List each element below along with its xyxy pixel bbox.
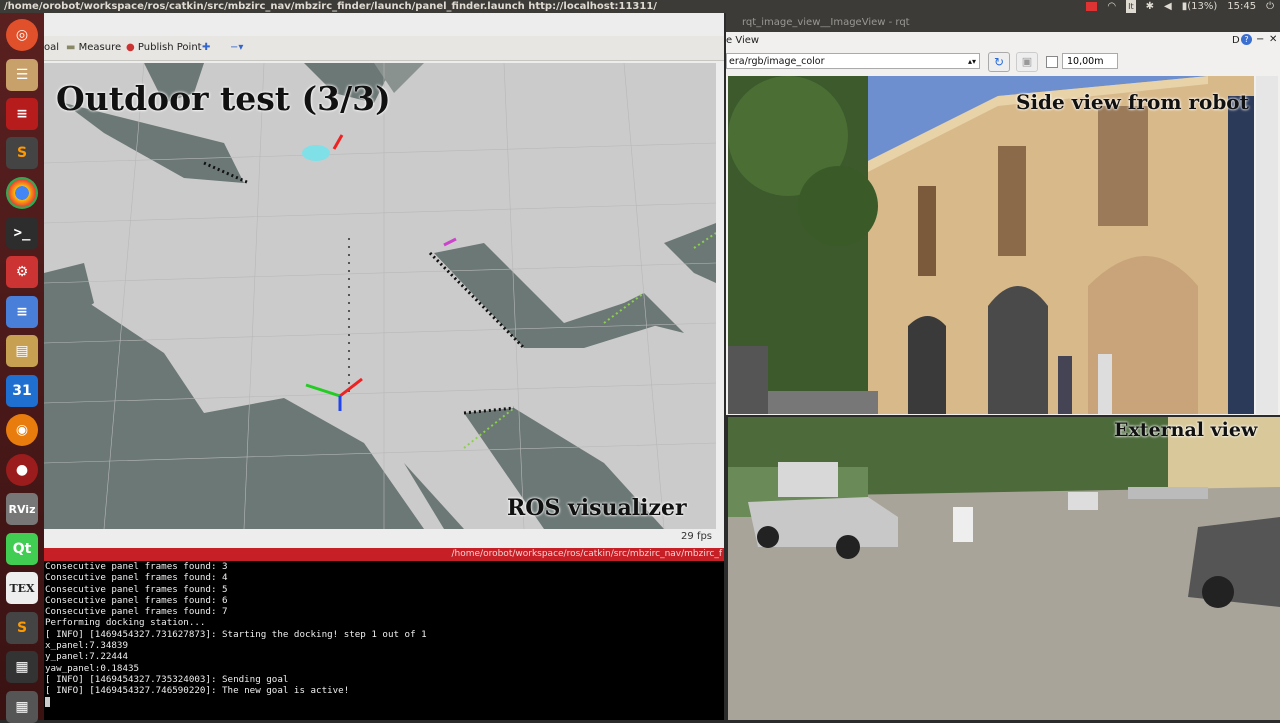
image-scrollbar[interactable] (1256, 76, 1278, 414)
rviz-caption-label: ROS visualizer (507, 495, 687, 521)
document-icon[interactable]: ≡ (6, 296, 38, 328)
power-icon[interactable]: ⏻ (1266, 0, 1274, 13)
close-icon[interactable]: ✕ (1269, 34, 1277, 45)
goal-tool[interactable]: oal (44, 42, 59, 53)
remove-tool-icon[interactable]: −▾ (230, 42, 243, 53)
dock-icon[interactable]: D (1232, 35, 1240, 46)
view-menu[interactable]: e View (726, 35, 759, 46)
wifi-icon[interactable]: ◠ (1107, 0, 1116, 13)
terminal-line: y_panel:7.22444 (45, 651, 128, 663)
files-icon[interactable]: ☰ (6, 59, 38, 91)
terminal-line: [ INFO] [1469454327.746590220]: The new … (45, 685, 350, 697)
rqt-image-view-window: rqt_image_view__ImageView - rqt e View D… (726, 13, 1280, 415)
terminal-line: [ INFO] [1469454327.735324003]: Sending … (45, 673, 289, 685)
rqt-window-title: rqt_image_view__ImageView - rqt (742, 17, 910, 28)
tex-icon[interactable]: TEX (6, 572, 38, 604)
terminal-line: Consecutive panel frames found: 5 (45, 583, 228, 595)
ruler-icon: ▬ (66, 42, 76, 53)
rqt-title-bar[interactable]: rqt_image_view__ImageView - rqt (726, 13, 1280, 32)
refresh-button[interactable]: ↻ (988, 52, 1010, 72)
camera-icon: ▣ (1021, 55, 1033, 68)
refresh-icon: ↻ (993, 55, 1005, 69)
zoom-spinbox[interactable]: 10,00m (1062, 53, 1118, 69)
rviz-toolbar: oal ▬ Measure ● Publish Point ✚ −▾ (44, 36, 724, 61)
add-tool-icon[interactable]: ✚ (202, 42, 210, 53)
terminal-line: [ INFO] [1469454327.731627873]: Starting… (45, 628, 427, 640)
ubuntu-dash-icon[interactable]: ◎ (6, 19, 38, 51)
calendar-icon[interactable]: 31 (6, 375, 38, 407)
measure-tool[interactable]: ▬ Measure (66, 42, 121, 53)
zoom-value: 10,00m (1067, 56, 1104, 67)
rqt-controls: era/rgb/image_color ▴▾ ↻ ▣ 10,00m (726, 51, 1280, 73)
video-editor-icon[interactable]: ▦ (6, 651, 38, 683)
terminal-line: Consecutive panel frames found: 4 (45, 572, 228, 584)
terminal-line: Performing docking station... (45, 617, 206, 629)
battery-indicator[interactable]: ▮(13%) (1182, 0, 1218, 13)
volume-icon[interactable]: ◀ (1164, 0, 1172, 13)
combo-arrow-icon: ▴▾ (967, 57, 976, 66)
external-caption: External view (1114, 419, 1258, 441)
terminal-line: Consecutive panel frames found: 7 (45, 606, 228, 618)
blender-icon[interactable]: ◉ (6, 414, 38, 446)
terminal-title: /home/orobot/workspace/ros/catkin/src/mb… (451, 549, 723, 559)
system-monitor-icon[interactable]: ≡ (6, 98, 38, 130)
rviz-window: oal ▬ Measure ● Publish Point ✚ −▾ Outdo… (44, 13, 724, 548)
fps-counter: 29 fps (681, 531, 712, 542)
camera-frame (728, 76, 1254, 414)
notification-icon[interactable] (1086, 2, 1098, 11)
terminal-line: Consecutive panel frames found: 3 (45, 561, 228, 572)
system-tray: ◠ It ✱ ◀ ▮(13%) 15:45 ⏻ (1086, 0, 1274, 13)
camera-caption: Side view from robot (1016, 90, 1249, 114)
qt-creator-icon[interactable]: Qt (6, 533, 38, 565)
external-frame (728, 417, 1280, 720)
chrome-icon[interactable] (6, 177, 38, 209)
sublime-text-2-icon[interactable]: S (6, 612, 38, 644)
launcher: ◎ ☰ ≡ S >_ ⚙ ≡ ▤ 31 ◉ ● RViz Qt TEX S ▦ … (0, 13, 44, 723)
help-icon[interactable]: ? (1241, 34, 1252, 45)
publish-point-label: Publish Point (137, 42, 202, 53)
archive-icon[interactable]: ▤ (6, 335, 38, 367)
rqt-menu-bar: e View D ? − ✕ (726, 33, 1280, 49)
workspace-switcher-icon[interactable]: ▦ (6, 691, 38, 723)
bluetooth-icon[interactable]: ✱ (1146, 0, 1154, 13)
terminal-line: x_panel:7.34839 (45, 640, 128, 652)
minimize-icon[interactable]: − (1256, 34, 1264, 45)
measure-label: Measure (78, 42, 122, 53)
terminal-icon[interactable]: >_ (6, 217, 38, 249)
rviz-3d-view[interactable]: Outdoor test (3/3) ROS visualizer (44, 63, 716, 529)
terminal-window[interactable]: /home/orobot/workspace/ros/catkin/src/mb… (44, 548, 724, 720)
smooth-checkbox[interactable] (1046, 56, 1058, 68)
keyboard-layout[interactable]: It (1126, 0, 1136, 13)
topic-select[interactable]: era/rgb/image_color ▴▾ (726, 53, 980, 69)
software-icon[interactable]: ● (6, 454, 38, 486)
save-image-button[interactable]: ▣ (1016, 52, 1038, 72)
terminal-output: Consecutive panel frames found: 3 Consec… (45, 561, 427, 710)
clock[interactable]: 15:45 (1227, 0, 1256, 13)
sublime-text-icon[interactable]: S (6, 137, 38, 169)
topic-value: era/rgb/image_color (729, 56, 825, 67)
terminal-line: yaw_panel:0.18435 (45, 662, 140, 674)
battery-percent: (13%) (1187, 1, 1218, 12)
terminal-cursor (45, 696, 50, 707)
rviz-caption-title: Outdoor test (3/3) (56, 79, 391, 118)
robot-camera-image: Side view from robot (728, 76, 1254, 414)
map-pin-icon: ● (126, 42, 135, 53)
settings-icon[interactable]: ⚙ (6, 256, 38, 288)
terminal-title-bar[interactable]: /home/orobot/workspace/ros/catkin/src/mb… (44, 548, 724, 561)
publish-point-tool[interactable]: ● Publish Point (126, 42, 202, 53)
external-camera-image: External view (728, 417, 1280, 720)
rviz-icon[interactable]: RViz (6, 493, 38, 525)
terminal-line: Consecutive panel frames found: 6 (45, 594, 228, 606)
active-window-title: /home/orobot/workspace/ros/catkin/src/mb… (4, 1, 657, 12)
top-panel: /home/orobot/workspace/ros/catkin/src/mb… (0, 0, 1280, 13)
map-render (44, 63, 716, 529)
